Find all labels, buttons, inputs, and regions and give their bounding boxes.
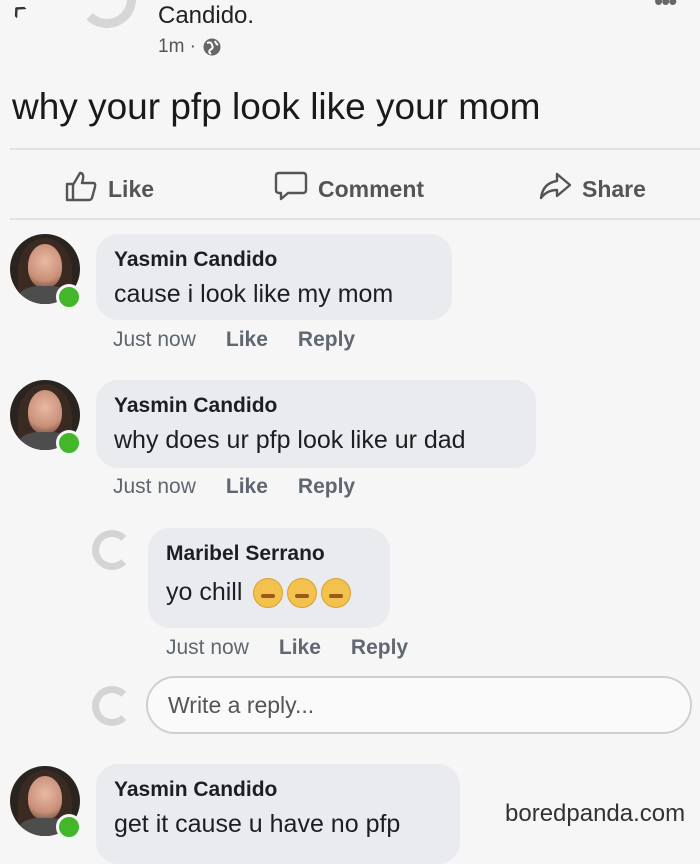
comment-label: Comment xyxy=(318,175,425,202)
comment-meta: Just now Like Reply xyxy=(113,328,355,352)
watermark: boredpanda.com xyxy=(505,800,686,827)
comment-bubble: Yasmin Candido cause i look like my mom xyxy=(96,234,452,320)
comment-author[interactable]: Maribel Serrano xyxy=(166,542,372,566)
avatar[interactable] xyxy=(92,530,132,570)
like-label: Like xyxy=(108,175,155,202)
poster-name[interactable]: Candido. xyxy=(158,2,254,30)
comment-icon xyxy=(274,170,308,208)
reply-input[interactable]: Write a reply... xyxy=(146,676,692,734)
comment-author[interactable]: Yasmin Candido xyxy=(114,248,434,272)
online-dot xyxy=(56,284,82,310)
comment-time: Just now xyxy=(113,475,196,498)
divider xyxy=(10,218,700,220)
share-label: Share xyxy=(582,175,646,202)
post-text: why your pfp look like your mom xyxy=(12,86,541,127)
back-icon[interactable]: ‹ xyxy=(2,0,38,27)
comment-bubble: Yasmin Candido get it cause u have no pf… xyxy=(96,764,460,864)
post-time: 1m · xyxy=(158,36,222,58)
comment-author[interactable]: Yasmin Candido xyxy=(114,394,518,418)
comment-button[interactable]: Comment xyxy=(274,170,424,208)
comment-meta: Just now Like Reply xyxy=(113,475,355,499)
comment-like-link[interactable]: Like xyxy=(279,636,321,660)
avatar xyxy=(92,686,132,726)
comment-text: cause i look like my mom xyxy=(114,280,394,308)
comment-bubble: Yasmin Candido why does ur pfp look like… xyxy=(96,380,536,468)
comment-time: Just now xyxy=(113,328,196,351)
comment-reply-link[interactable]: Reply xyxy=(298,328,355,352)
online-dot xyxy=(56,814,82,840)
comment-author[interactable]: Yasmin Candido xyxy=(114,778,442,802)
online-dot xyxy=(56,430,82,456)
comment-like-link[interactable]: Like xyxy=(226,475,268,499)
share-button[interactable]: Share xyxy=(538,170,646,208)
divider xyxy=(10,148,700,150)
like-button[interactable]: Like xyxy=(64,170,154,208)
thumbs-up-icon xyxy=(64,170,98,208)
poster-avatar[interactable] xyxy=(78,0,136,28)
comment-bubble: Maribel Serrano yo chill xyxy=(148,528,390,628)
comment-like-link[interactable]: Like xyxy=(226,328,268,352)
emoji-icon xyxy=(253,578,284,609)
globe-icon xyxy=(202,37,222,57)
comment-meta: Just now Like Reply xyxy=(166,636,408,660)
emoji-icon xyxy=(321,578,352,609)
post-time-text: 1m · xyxy=(158,36,196,57)
comment-reply-link[interactable]: Reply xyxy=(298,475,355,499)
comment-text: get it cause u have no pfp xyxy=(114,810,401,838)
emoji-icon xyxy=(287,578,318,609)
comment-text-row: yo chill xyxy=(166,578,372,609)
comment-text: why does ur pfp look like ur dad xyxy=(114,426,466,454)
comment-reply-link[interactable]: Reply xyxy=(351,636,408,660)
comment-time: Just now xyxy=(166,636,249,659)
more-icon[interactable]: ••• xyxy=(654,0,677,17)
comment-text: yo chill xyxy=(166,578,243,606)
share-icon xyxy=(538,170,572,208)
